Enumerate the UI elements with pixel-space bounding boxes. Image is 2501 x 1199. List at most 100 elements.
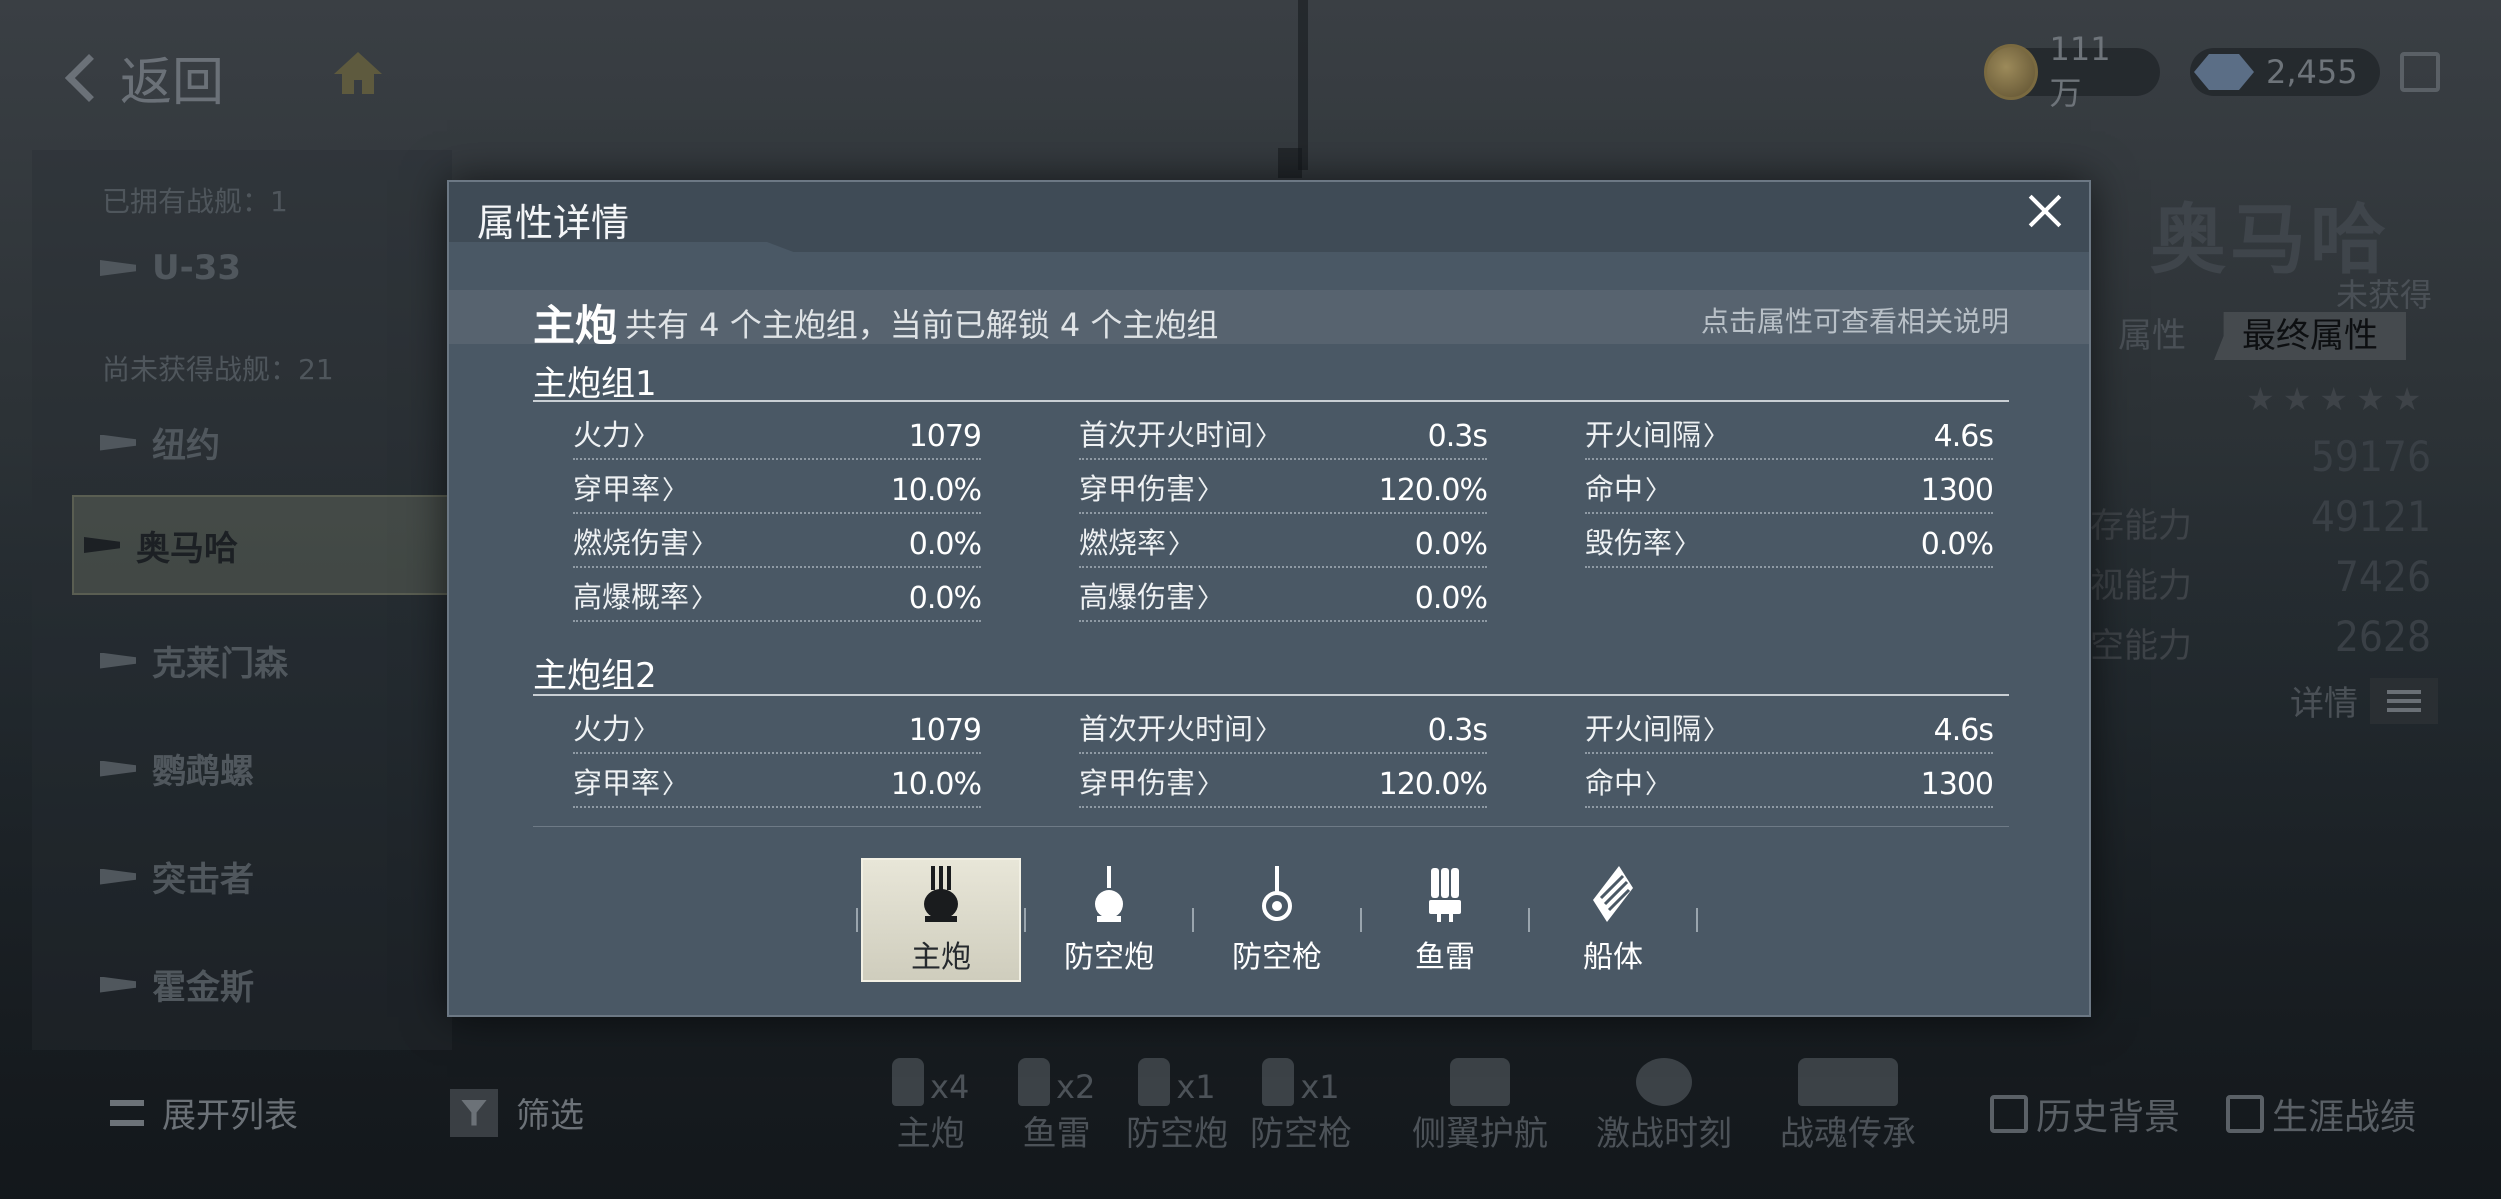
- stat-row[interactable]: 燃烧伤害0.0%: [573, 524, 982, 568]
- stat-row[interactable]: 命中1300: [1585, 470, 1994, 514]
- history-icon: [1990, 1095, 2028, 1133]
- gem-counter[interactable]: 2,455: [2190, 48, 2380, 96]
- career-button[interactable]: 生涯战绩: [2226, 1088, 2416, 1140]
- stat-row[interactable]: 首次开火时间0.3s: [1079, 710, 1488, 754]
- close-icon[interactable]: [2023, 188, 2067, 232]
- stat-row[interactable]: 穿甲伤害120.0%: [1079, 764, 1488, 808]
- stat-label: 空能力: [2090, 626, 2192, 666]
- career-label: 生涯战绩: [2272, 1097, 2417, 1138]
- back-button[interactable]: 返回: [64, 40, 225, 115]
- tab-final-attributes[interactable]: 最终属性: [2214, 312, 2406, 360]
- detail-label: 详情: [2290, 684, 2358, 724]
- tab-torpedo[interactable]: 鱼雷: [1365, 858, 1525, 982]
- history-button[interactable]: 历史背景: [1990, 1088, 2180, 1140]
- storage-icon[interactable]: [2400, 52, 2440, 92]
- stat-row[interactable]: 燃烧率0.0%: [1079, 524, 1488, 568]
- torpedo-icon: [1018, 1058, 1050, 1106]
- stat-row[interactable]: 开火间隔4.6s: [1585, 710, 1994, 754]
- tab-main-gun[interactable]: 主炮: [861, 858, 1021, 982]
- weapon-label: 防空枪: [1250, 1114, 1352, 1154]
- stat-row[interactable]: 火力1079: [573, 416, 982, 460]
- stat-value: 120.0%: [1378, 767, 1488, 802]
- tab-aa-machine-gun[interactable]: 防空枪: [1197, 858, 1357, 982]
- hull-icon: [1593, 866, 1633, 922]
- stat-label: 开火间隔: [1585, 412, 1729, 454]
- stat-row[interactable]: 命中1300: [1585, 764, 1994, 808]
- weapon-label: 鱼雷: [1022, 1114, 1091, 1154]
- stat-value: 0.0%: [1414, 527, 1488, 562]
- back-label: 返回: [120, 53, 225, 113]
- stat-label: 命中: [1585, 760, 1671, 802]
- ship-name: 克莱门森: [152, 644, 288, 684]
- stat-value: 0.3s: [1427, 419, 1488, 454]
- stat-row[interactable]: 穿甲伤害120.0%: [1079, 470, 1488, 514]
- filter-button[interactable]: 筛选: [450, 1088, 584, 1137]
- aa-machine-gun-icon: [1262, 866, 1292, 921]
- gem-amount: 2,455: [2266, 53, 2358, 91]
- stat-row[interactable]: 高爆概率0.0%: [573, 578, 982, 622]
- header-decoration: [767, 242, 2089, 252]
- ship-name: 奥马哈: [136, 528, 238, 569]
- expand-list-label: 展开列表: [162, 1096, 298, 1136]
- ship-list-item-selected[interactable]: 奥马哈: [72, 495, 492, 595]
- stat-label: 穿甲率: [573, 466, 688, 508]
- ship-name: 霍金斯: [152, 968, 254, 1008]
- stat-row[interactable]: 毁伤率0.0%: [1585, 524, 1994, 568]
- stat-label: 燃烧率: [1079, 520, 1194, 562]
- stat-row[interactable]: 火力1079: [573, 710, 982, 754]
- group-title: 主炮组2: [533, 656, 657, 696]
- gem-icon: [2194, 54, 2254, 90]
- stat-row[interactable]: 开火间隔4.6s: [1585, 416, 1994, 460]
- total-power: 59176: [2310, 432, 2431, 481]
- ship-list-item[interactable]: 突击者: [100, 852, 254, 901]
- detail-button[interactable]: 详情: [2290, 676, 2438, 725]
- tab-aa-gun[interactable]: 防空炮: [1029, 858, 1189, 982]
- stat-value: 0.3s: [1427, 713, 1488, 748]
- stat-label: 燃烧伤害: [573, 520, 717, 562]
- ship-list-item[interactable]: 鹦鹉螺: [100, 744, 254, 793]
- attribute-tabs: 属性 最终属性: [2090, 312, 2406, 360]
- stat-value: 10.0%: [890, 473, 982, 508]
- ship-list-item[interactable]: 克莱门森: [100, 636, 288, 685]
- stat-label: 火力: [573, 412, 659, 454]
- stat-label: 首次开火时间: [1079, 412, 1281, 454]
- action-label: 战魂传承: [1780, 1114, 1916, 1154]
- battle-moment-button[interactable]: 激战时刻: [1596, 1050, 1732, 1155]
- home-icon[interactable]: [332, 48, 384, 96]
- group-divider: [533, 694, 2009, 696]
- stat-value: 1300: [1920, 473, 1994, 508]
- stat-row[interactable]: 首次开火时间0.3s: [1079, 416, 1488, 460]
- stat-row[interactable]: 高爆伤害0.0%: [1079, 578, 1488, 622]
- coin-counter[interactable]: 111万: [1984, 30, 2160, 112]
- stat-row[interactable]: 穿甲率10.0%: [573, 470, 982, 514]
- expand-list-button[interactable]: 展开列表: [110, 1088, 298, 1137]
- group-title: 主炮组1: [533, 364, 657, 404]
- stat-row[interactable]: 穿甲率10.0%: [573, 764, 982, 808]
- ship-class-icon: [100, 260, 136, 276]
- escort-button[interactable]: 侧翼护航: [1412, 1050, 1548, 1155]
- stat-label: 穿甲率: [573, 760, 688, 802]
- stat-label: 命中: [1585, 466, 1671, 508]
- inheritance-button[interactable]: 战魂传承: [1780, 1050, 1916, 1155]
- tab-attributes[interactable]: 属性: [2090, 312, 2214, 360]
- stat-value: 120.0%: [1378, 473, 1488, 508]
- main-gun-icon: [924, 866, 958, 922]
- ship-list-item[interactable]: 霍金斯: [100, 960, 254, 1009]
- weapon-summary-aa-gun: x1 防空炮: [1126, 1050, 1228, 1155]
- ship-list-item[interactable]: U-33: [100, 248, 241, 288]
- group-divider: [533, 400, 2009, 402]
- modal-header: [449, 182, 2089, 242]
- coin-amount: 111万: [2049, 30, 2111, 112]
- star-rating: ★★★★★: [2246, 380, 2430, 418]
- weapon-summary-main-gun: x4 主炮: [892, 1050, 969, 1155]
- tab-hull[interactable]: 船体: [1533, 858, 1693, 982]
- stat-label: 视能力: [2090, 566, 2192, 606]
- ship-mast-background: [1278, 148, 1302, 178]
- aa-gun-icon: [1095, 866, 1123, 922]
- tab-separator: [1696, 908, 1698, 932]
- stat-value: 1079: [908, 713, 982, 748]
- ship-name: 鹦鹉螺: [152, 752, 254, 792]
- stat-label: 高爆概率: [573, 574, 717, 616]
- ship-list-item[interactable]: 纽约: [100, 418, 220, 467]
- aa-mg-icon: [1262, 1058, 1295, 1106]
